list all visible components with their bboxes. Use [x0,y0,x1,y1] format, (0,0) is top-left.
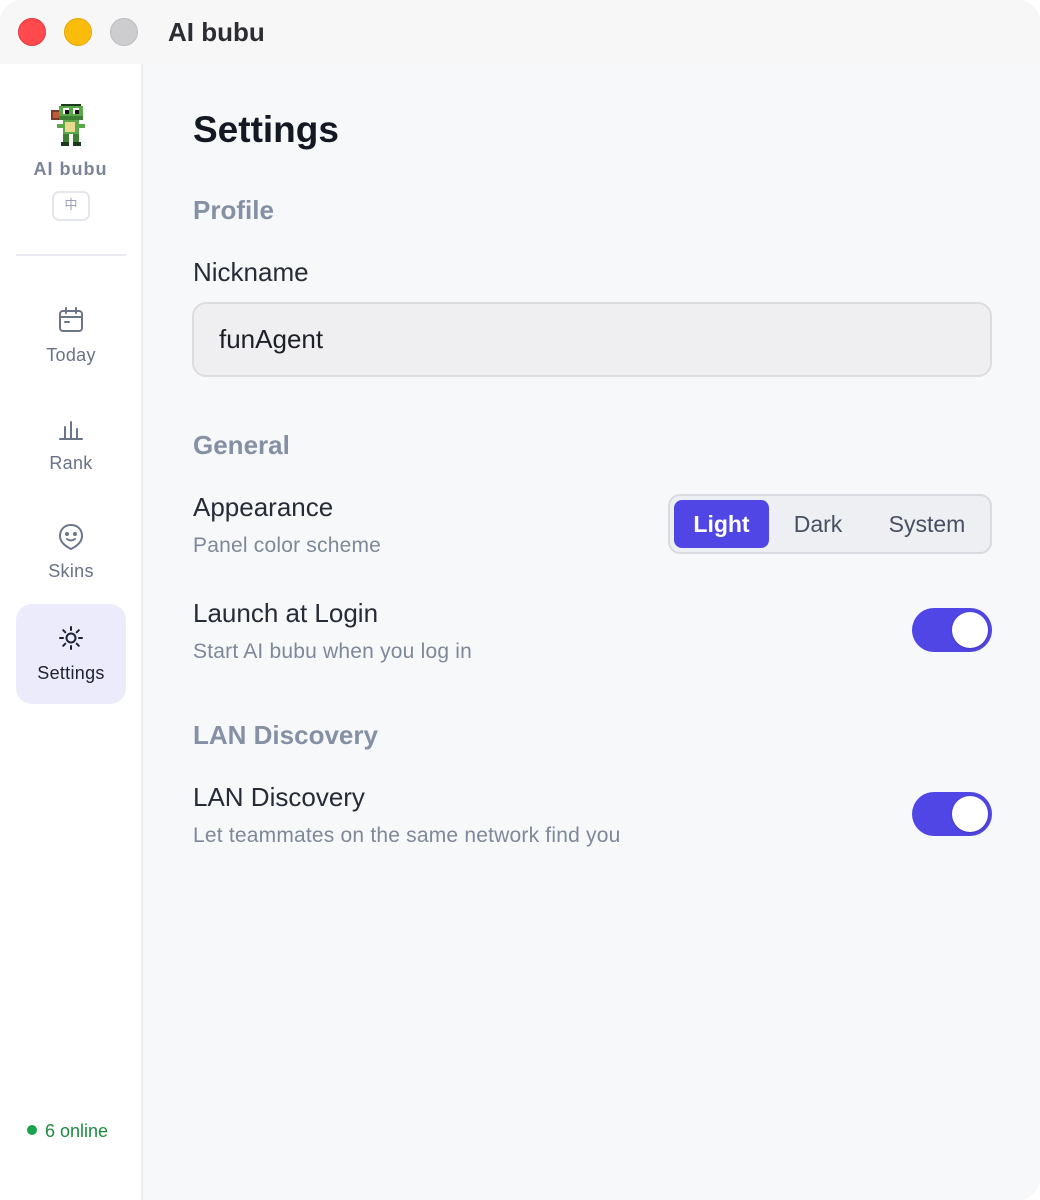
toggle-knob [952,612,988,648]
sidebar-item-label: Skins [48,561,94,581]
online-indicator-dot [27,1125,37,1135]
close-window-button[interactable] [18,18,46,46]
appearance-description: Panel color scheme [193,534,382,557]
appearance-option-light[interactable]: Light [674,500,769,548]
sidebar-item-settings[interactable]: Settings [16,604,126,704]
settings-panel: Settings Profile Nickname General Appear… [145,64,1040,1200]
face-icon [58,523,84,550]
appearance-segmented-control: Light Dark System [668,494,992,554]
sidebar-item-label: Rank [49,453,93,473]
calendar-icon [59,307,83,332]
launch-at-login-description: Start AI bubu when you log in [193,640,472,663]
appearance-label: Appearance [193,492,334,522]
sidebar-item-today[interactable]: Today [16,286,126,386]
title-bar: AI bubu [0,0,1040,64]
window-title: AI bubu [168,17,265,47]
dino-logo-icon [51,104,85,146]
sidebar-item-skins[interactable]: Skins [16,502,126,602]
nickname-label: Nickname [193,257,309,287]
section-title-lan: LAN Discovery [193,720,378,750]
sidebar-divider [16,254,126,256]
lan-discovery-description: Let teammates on the same network find y… [193,824,621,847]
toggle-knob [952,796,988,832]
section-title-profile: Profile [193,195,274,225]
launch-at-login-toggle[interactable] [912,608,992,652]
appearance-option-system[interactable]: System [866,500,988,548]
appearance-option-dark[interactable]: Dark [770,500,866,548]
minimize-window-button[interactable] [64,18,92,46]
nickname-input[interactable] [192,302,992,377]
sidebar-brand-name: AI bubu [33,159,108,179]
bar-chart-icon [59,421,83,440]
lan-discovery-label: LAN Discovery [193,782,365,812]
sidebar: AI bubu 中 Today Rank Skins Settings 6 on… [0,64,143,1200]
sidebar-item-label: Today [46,345,96,365]
section-title-general: General [193,430,290,460]
sidebar-item-rank[interactable]: Rank [16,394,126,494]
sun-gear-icon [59,626,83,650]
online-status: 6 online [27,1121,108,1142]
zoom-window-button[interactable] [110,18,138,46]
launch-at-login-label: Launch at Login [193,598,379,628]
sidebar-item-label: Settings [37,663,105,683]
app-window: AI bubu AI bubu 中 Today Rank Skins Setti… [0,0,1040,1200]
online-count: 6 online [45,1121,109,1141]
lan-discovery-toggle[interactable] [912,792,992,836]
page-title: Settings [193,109,339,150]
language-toggle-button[interactable]: 中 [52,191,90,221]
